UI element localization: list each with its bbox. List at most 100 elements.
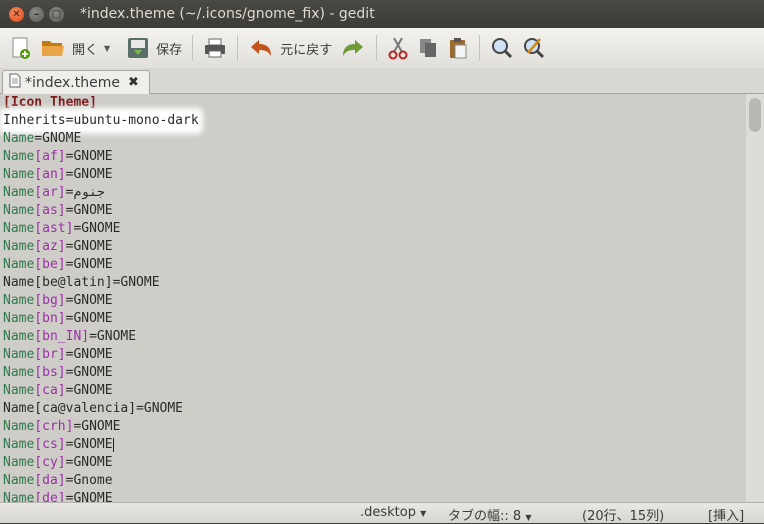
code-line: Name[be@latin]=GNOME xyxy=(0,274,746,292)
title-bar: ✕ – □ *index.theme (~/.icons/gnome_fix) … xyxy=(0,0,764,28)
code-token: [an] xyxy=(34,167,66,182)
code-token: =GNOME xyxy=(65,365,113,380)
code-token: [cs] xyxy=(34,437,66,452)
maximize-icon: □ xyxy=(51,8,62,20)
code-token: =GNOME xyxy=(34,131,82,146)
code-line: Name[af]=GNOME xyxy=(0,148,746,166)
code-line: Name[bs]=GNOME xyxy=(0,364,746,382)
tab-index-theme[interactable]: *index.theme ✖ xyxy=(2,70,150,94)
print-button[interactable] xyxy=(199,32,231,64)
printer-icon xyxy=(205,38,226,58)
code-token: Name xyxy=(3,149,35,164)
open-dropdown-arrow-icon[interactable]: ▼ xyxy=(104,44,110,53)
close-tab-icon[interactable]: ✖ xyxy=(128,75,139,90)
code-line: Name[cy]=GNOME xyxy=(0,454,746,472)
paste-button[interactable] xyxy=(443,32,473,64)
toolbar: 開く ▼ 保存 元に戻す xyxy=(0,28,764,68)
code-token: [da] xyxy=(34,473,66,488)
code-line: Name[ast]=GNOME xyxy=(0,220,746,238)
code-token: =GNOME xyxy=(65,383,113,398)
new-document-icon xyxy=(12,37,30,59)
code-line: Name[cs]=GNOME xyxy=(0,436,746,454)
cursor-position: (20行、15列) xyxy=(582,509,665,524)
open-button[interactable]: 開く ▼ xyxy=(36,32,114,64)
code-line: Name[an]=GNOME xyxy=(0,166,746,184)
code-line: Name[ca@valencia]=GNOME xyxy=(0,400,746,418)
code-line: Name[ca]=GNOME xyxy=(0,382,746,400)
code-line: Name[bg]=GNOME xyxy=(0,292,746,310)
code-line: Name[da]=Gnome xyxy=(0,472,746,490)
undo-button[interactable]: 元に戻す xyxy=(244,32,336,64)
minimize-window-button[interactable]: – xyxy=(29,6,44,22)
filetype-label: .desktop xyxy=(360,505,416,520)
code-line: Name[de]=GNOME xyxy=(0,490,746,502)
redo-button[interactable] xyxy=(336,32,370,64)
maximize-window-button[interactable]: □ xyxy=(49,6,64,22)
code-token: [ar] xyxy=(34,185,66,200)
paste-icon xyxy=(450,38,467,59)
tab-label: *index.theme xyxy=(25,74,120,91)
code-token: =GNOME xyxy=(65,311,113,326)
search-button[interactable] xyxy=(486,32,518,64)
tab-width-selector[interactable]: タブの幅:: 8 ▼ xyxy=(448,505,531,524)
copy-button[interactable] xyxy=(413,32,443,64)
code-line: Name[bn_IN]=GNOME xyxy=(0,328,746,346)
code-token: =GNOME xyxy=(65,455,113,470)
code-token: [bn_IN] xyxy=(34,329,90,344)
tab-bar: *index.theme ✖ xyxy=(0,68,764,94)
save-icon xyxy=(128,38,149,58)
code-token: [ast] xyxy=(34,221,74,236)
code-line: Name[ar]=جنوم xyxy=(0,184,746,202)
code-line: Name[crh]=GNOME xyxy=(0,418,746,436)
code-token: [Icon Theme] xyxy=(3,95,97,110)
minimize-icon: – xyxy=(34,8,39,20)
code-token: =GNOME xyxy=(65,437,113,452)
code-token: =Gnome xyxy=(65,473,113,488)
code-token: =GNOME xyxy=(65,347,113,362)
close-window-button[interactable]: ✕ xyxy=(9,6,24,22)
save-button[interactable]: 保存 xyxy=(122,32,186,64)
toolbar-separator xyxy=(376,35,378,61)
document-icon xyxy=(9,73,21,92)
code-line: Name[br]=GNOME xyxy=(0,346,746,364)
code-token: [as] xyxy=(34,203,66,218)
status-bar: .desktop ▼ タブの幅:: 8 ▼ (20行、15列) [挿入] xyxy=(0,502,764,524)
open-label: 開く xyxy=(72,42,99,58)
code-token: =GNOME xyxy=(73,221,121,236)
code-token: =GNOME xyxy=(65,491,113,502)
code-token: Name xyxy=(3,311,35,326)
code-token: [cy] xyxy=(34,455,66,470)
code-token: Name xyxy=(3,473,35,488)
code-token: Name xyxy=(3,167,35,182)
scrollbar-thumb[interactable] xyxy=(749,98,761,132)
vertical-scrollbar[interactable] xyxy=(746,94,764,502)
code-token: [az] xyxy=(34,239,66,254)
search-replace-icon xyxy=(524,38,545,59)
new-document-button[interactable] xyxy=(6,32,36,64)
replace-button[interactable] xyxy=(518,32,550,64)
code-line: Name[as]=GNOME xyxy=(0,202,746,220)
code-token: Name xyxy=(3,185,35,200)
code-token: Name xyxy=(3,257,35,272)
code-token: Name xyxy=(3,383,35,398)
code-line: Name[az]=GNOME xyxy=(0,238,746,256)
code-token: =GNOME xyxy=(65,257,113,272)
code-token: Name xyxy=(3,131,35,146)
code-token: [de] xyxy=(34,491,66,502)
code-token: Name xyxy=(3,293,35,308)
code-token: Name[be@latin]=GNOME xyxy=(3,275,160,290)
code-token: Name xyxy=(3,437,35,452)
code-token: =GNOME xyxy=(65,203,113,218)
text-cursor xyxy=(112,437,114,452)
cut-button[interactable] xyxy=(383,32,413,64)
code-line: Name[be]=GNOME xyxy=(0,256,746,274)
filetype-selector[interactable]: .desktop ▼ xyxy=(360,505,426,520)
code-token: [af] xyxy=(34,149,66,164)
toolbar-separator xyxy=(192,35,194,61)
insert-mode: [挿入] xyxy=(708,509,745,524)
toolbar-separator xyxy=(479,35,481,61)
undo-label: 元に戻す xyxy=(280,42,333,58)
code-line: Inherits=ubuntu-mono-dark xyxy=(0,112,746,130)
text-editor[interactable]: [Icon Theme] Inherits=ubuntu-mono-dark Nam… xyxy=(0,94,746,502)
code-token: =جنوم xyxy=(65,185,105,200)
